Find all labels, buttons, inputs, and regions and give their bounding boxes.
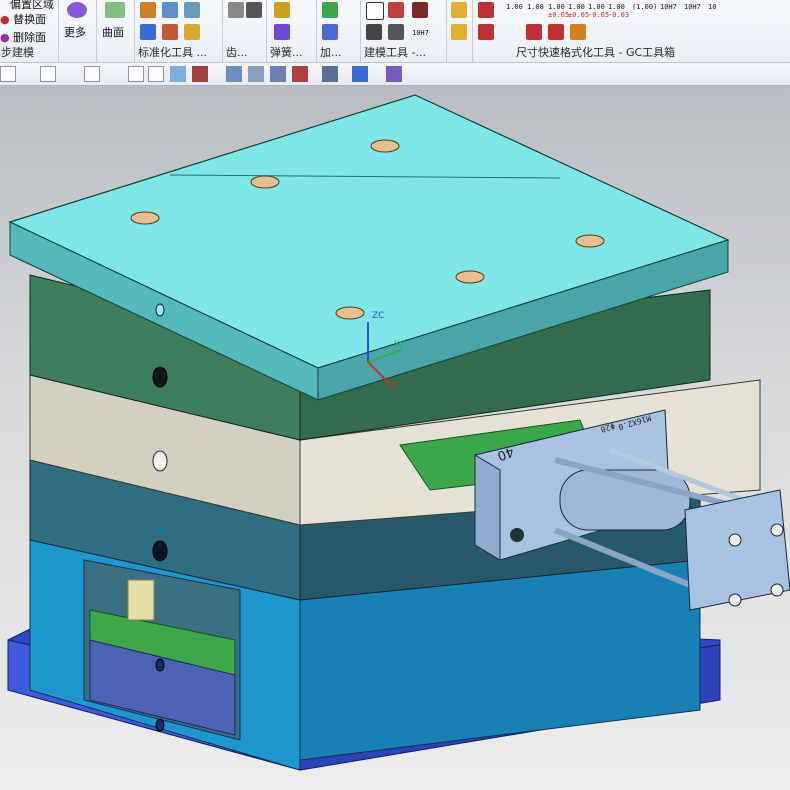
axis-z-label: ZC (372, 311, 384, 321)
dim-icon-4[interactable] (548, 24, 564, 40)
std-tool-icon-4[interactable] (140, 24, 156, 40)
std-tool-icon-6[interactable] (184, 24, 200, 40)
mold-tools-label: 建模工具 -... (364, 46, 426, 59)
gear-tool-icon[interactable] (246, 2, 262, 18)
add-label: 加... (320, 46, 342, 59)
tile-10h7[interactable]: 10H7 (412, 30, 429, 37)
axis-y-label: YC (393, 340, 405, 350)
dim-tile-5[interactable]: 1.00 (608, 4, 625, 11)
add-check-icon[interactable] (322, 2, 338, 18)
mold-icon-3[interactable] (412, 2, 428, 18)
selection-toolbar (0, 63, 790, 86)
spring-tool-icon[interactable] (274, 24, 290, 40)
gear-group: 齿... (222, 0, 267, 62)
gear-icon[interactable] (228, 2, 244, 18)
dim-tile-6[interactable]: (1.00) (632, 4, 657, 11)
grid-icon[interactable] (192, 66, 208, 82)
gear-label: 齿... (226, 46, 248, 59)
circle-point-icon[interactable] (106, 66, 122, 82)
coin-group (446, 0, 473, 62)
delete-face-label: 删除面 (13, 31, 47, 44)
circle-center-icon[interactable] (84, 66, 100, 82)
mold-assembly-view: 40 M16X2.0 Φ20 ZC YC XC (7, 94, 790, 771)
section-icon[interactable] (386, 66, 402, 82)
spline-icon[interactable] (40, 66, 56, 82)
more-button[interactable]: 更多 (64, 24, 86, 40)
standard-tools-group: 标准化工具 ... (134, 0, 223, 62)
spring-label: 弹簧... (270, 46, 303, 59)
add-tool-icon[interactable] (322, 24, 338, 40)
coin-icon[interactable] (451, 2, 467, 18)
axis-x-label: XC (386, 381, 398, 391)
surface-button[interactable]: 曲面 (102, 24, 124, 40)
dim-tile-3[interactable]: 1.00 (568, 4, 585, 11)
zoom-icon[interactable] (226, 66, 242, 82)
replace-face-icon: ● (0, 13, 10, 26)
triangle-icon[interactable] (366, 2, 384, 20)
dim-tile-7[interactable]: 10H7 (660, 4, 677, 11)
dim-tile-9[interactable]: 10 (708, 4, 716, 11)
more-group: 更多 (58, 0, 97, 62)
graphics-viewport[interactable]: 40 M16X2.0 Φ20 ZC YC XC (0, 86, 790, 790)
spring-icon[interactable] (274, 2, 290, 18)
dim-tile-tol-2: ±0.05 (548, 11, 570, 19)
std-tool-icon-2[interactable] (162, 2, 178, 18)
dim-icon-3[interactable] (526, 24, 542, 40)
dim-icon-2[interactable] (478, 24, 494, 40)
delete-face-icon: ● (0, 31, 10, 44)
mold-icon-2[interactable] (388, 2, 404, 18)
replace-face-item[interactable]: ● 替换面 (0, 11, 46, 27)
spring-group: 弹簧... (266, 0, 317, 62)
std-tool-icon-1[interactable] (140, 2, 156, 18)
mold-tools-group: 10H7 建模工具 -... (360, 0, 447, 62)
dim-tile-4[interactable]: 1.00 (588, 4, 605, 11)
surface-group: 曲面 (96, 0, 135, 62)
line-icon[interactable] (0, 66, 16, 82)
dim-icon-5[interactable] (570, 24, 586, 40)
std-tool-icon-3[interactable] (184, 2, 200, 18)
pan-icon[interactable] (248, 66, 264, 82)
standard-tools-label: 标准化工具 ... (138, 46, 207, 59)
std-tool-icon-5[interactable] (162, 24, 178, 40)
slash-icon[interactable] (148, 66, 164, 82)
ribbon: 偏置区域 ● 替换面 ● 删除面 同步建模 更多 曲面 标准化工具 ... 齿.… (0, 0, 790, 63)
mold-icon-5[interactable] (388, 24, 404, 40)
replace-face-label: 替换面 (13, 13, 47, 26)
dim-tile-2[interactable]: 1.00 (548, 4, 565, 11)
plus-icon[interactable] (128, 66, 144, 82)
view-icon[interactable] (292, 66, 308, 82)
dim-tile-1[interactable]: 1.00 (527, 4, 544, 11)
surface-icon[interactable] (105, 2, 125, 18)
rotate-icon[interactable] (270, 66, 286, 82)
dim-format-group: 1.00 1.00 1.00 ±0.05 1.00 ±0.05 1.00 -0.05 1.00-… (472, 0, 790, 62)
dim-tile-tol-4: -0.05 (588, 11, 610, 19)
add-group: 加... (316, 0, 361, 62)
sync-group-label: 同步建模 (0, 46, 34, 59)
curve-icon[interactable] (20, 66, 36, 82)
snap-icon[interactable] (170, 66, 186, 82)
dim-tile-0[interactable]: 1.00 (506, 4, 523, 11)
dim-tile-tol-3: ±0.05 (568, 11, 590, 19)
render-icon[interactable] (322, 66, 338, 82)
mold-icon-4[interactable] (366, 24, 382, 40)
dim-icon-1[interactable] (478, 2, 494, 18)
delete-face-item[interactable]: ● 删除面 (0, 29, 46, 45)
dim-tile-8[interactable]: 10H7 (684, 4, 701, 11)
sync-modeling-group: 偏置区域 ● 替换面 ● 删除面 同步建模 (0, 0, 59, 62)
shading-icon[interactable] (352, 66, 368, 82)
more-icon[interactable] (67, 2, 87, 18)
intersect-icon[interactable] (62, 66, 78, 82)
dim-format-label: 尺寸快速格式化工具 - GC工具箱 (516, 46, 676, 59)
coin-icon-2[interactable] (451, 24, 467, 40)
dim-tile-tol-5: -0.03 (608, 11, 630, 19)
